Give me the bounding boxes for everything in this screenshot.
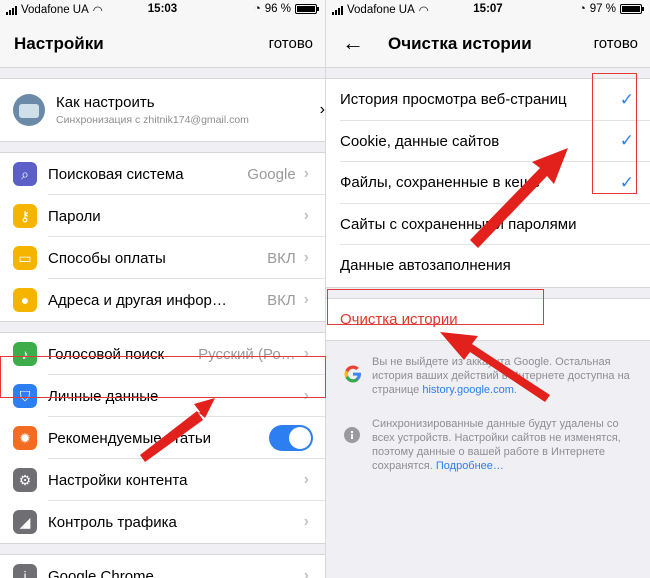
chevron-right-icon: › [303, 513, 309, 530]
highlight-box-checkmarks [592, 73, 637, 194]
clear-option-label: Cookie, данные сайтов [340, 132, 500, 150]
avatar [13, 94, 45, 126]
history-link[interactable]: history.google.com [422, 384, 514, 396]
nav-bar: ← Очистка истории готово [326, 20, 650, 68]
settings-row[interactable]: ◢ Контроль трафика › [0, 501, 325, 543]
highlight-box-personal-data [0, 356, 326, 398]
settings-row[interactable]: ⚙ Настройки контента › [0, 459, 325, 501]
battery-percent: 96 % [264, 3, 291, 15]
toggle-switch[interactable] [269, 425, 313, 451]
signal-icon: ◢ [13, 510, 37, 534]
learn-more-link[interactable]: Подробнее… [436, 460, 504, 472]
chevron-right-icon: › [303, 207, 309, 224]
settings-row[interactable]: ⚷ Пароли › [0, 195, 325, 237]
chevron-right-icon: › [303, 165, 309, 182]
person-icon: ● [13, 288, 37, 312]
clear-option-label: История просмотра веб-страниц [340, 91, 567, 109]
search-icon: ⌕ [13, 162, 37, 186]
account-row[interactable]: Как настроить Синхронизация с zhitnik174… [0, 79, 325, 141]
status-bar: Vodafone UA ◠ 15:07 ◔ 97 % [326, 0, 650, 20]
account-subtitle: Синхронизация с zhitnik174@gmail.com [56, 114, 249, 126]
note-google-account: Вы не выйдете из аккаунта Google. Осталь… [326, 355, 650, 397]
clear-option-label: Данные автозаполнения [340, 257, 511, 275]
note-sync-data: Синхронизированные данные будут удалены … [326, 417, 650, 473]
gear-icon: ⚙ [13, 468, 37, 492]
settings-row-value: ВКЛ [267, 291, 296, 309]
battery-icon [620, 4, 644, 14]
nav-bar: Настройки готово [0, 20, 325, 68]
done-button[interactable]: готово [269, 35, 313, 52]
settings-row-label: Рекомендуемые статьи [48, 429, 212, 447]
google-g-icon [344, 365, 361, 397]
settings-row[interactable]: ✹ Рекомендуемые статьи [0, 417, 325, 459]
fire-icon: ✹ [13, 426, 37, 450]
key-icon: ⚷ [13, 204, 37, 228]
status-bar: Vodafone UA ◠ 15:03 ◔ 96 % [0, 0, 325, 20]
settings-row-label: Пароли [48, 207, 101, 225]
status-right: ◔ 97 % [578, 3, 644, 15]
settings-row-label: Google Chrome [48, 567, 154, 578]
chevron-right-icon: › [303, 567, 309, 578]
clear-option-row[interactable]: Сайты с сохраненными паролями [326, 204, 650, 246]
settings-row-label: Поисковая система [48, 165, 184, 183]
clear-option-label: Сайты с сохраненными паролями [340, 215, 577, 233]
settings-row-value: ВКЛ [267, 249, 296, 267]
settings-screen: Vodafone UA ◠ 15:03 ◔ 96 % Настройки гот… [0, 0, 325, 578]
settings-group-1: ⌕ Поисковая система Google › ⚷ Пароли › ▭ Способ… [0, 152, 325, 322]
settings-row[interactable]: ▭ Способы оплаты ВКЛ › [0, 237, 325, 279]
settings-row-label: Контроль трафика [48, 513, 177, 531]
settings-row[interactable]: i Google Chrome › [0, 555, 325, 578]
settings-row[interactable]: ⌕ Поисковая система Google › [0, 153, 325, 195]
card-icon: ▭ [13, 246, 37, 270]
alarm-icon: ◔ [578, 3, 586, 15]
settings-row-label: Способы оплаты [48, 249, 166, 267]
settings-row-label: Адреса и другая инфор… [48, 291, 227, 309]
page-title: Настройки [14, 34, 104, 53]
settings-row-label: Настройки контента [48, 471, 188, 489]
clear-option-row[interactable]: Данные автозаполнения [326, 245, 650, 287]
info-icon: i [13, 564, 37, 578]
note1-tail: . [513, 384, 517, 396]
settings-row-value: Google [247, 165, 296, 183]
battery-icon [295, 4, 319, 14]
page-title: Очистка истории [388, 34, 532, 53]
account-title: Как настроить [56, 94, 155, 111]
back-arrow-icon[interactable]: ← [342, 30, 364, 56]
clear-option-label: Файлы, сохраненные в кеше [340, 174, 541, 192]
account-group: Как настроить Синхронизация с zhitnik174… [0, 78, 325, 142]
battery-percent: 97 % [589, 3, 616, 15]
chevron-right-icon: › [303, 471, 309, 488]
highlight-box-clear-history [327, 289, 544, 325]
status-right: ◔ 96 % [253, 3, 319, 15]
chevron-right-icon: › [303, 291, 309, 308]
alarm-icon: ◔ [253, 3, 261, 15]
settings-row[interactable]: ● Адреса и другая инфор… ВКЛ › [0, 279, 325, 321]
info-icon [344, 427, 360, 473]
chevron-right-icon: › [303, 249, 309, 266]
done-button[interactable]: готово [594, 35, 638, 52]
settings-group-3: i Google Chrome › [0, 554, 325, 578]
